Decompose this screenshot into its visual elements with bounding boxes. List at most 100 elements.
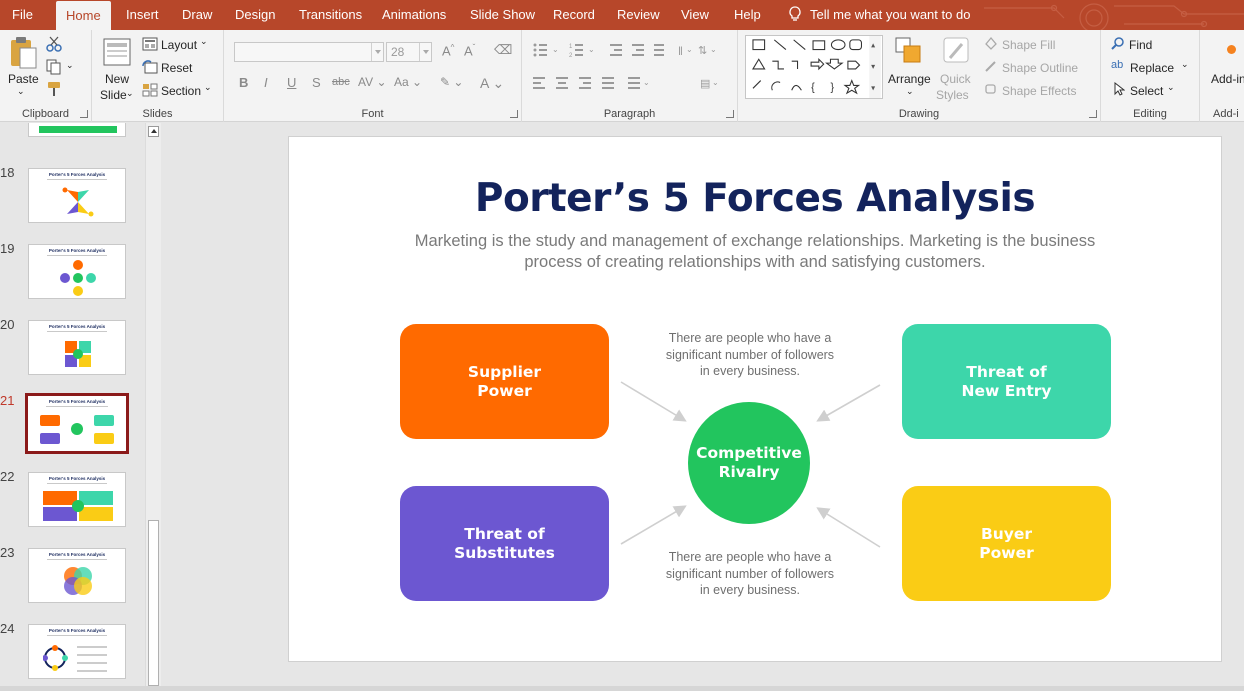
paragraph-row1-icons[interactable]: ⌄ 12 ⌄ ‖ ⌄ ⇅ ⌄ [532,42,722,58]
reset-icon[interactable] [142,60,158,74]
tab-transitions[interactable]: Transitions [289,0,372,30]
shape-outline-icon[interactable] [984,59,998,73]
slide-thumbnail-17-partial[interactable] [28,123,126,137]
shape-fill-button[interactable]: Shape Fill [1002,38,1055,52]
paragraph-row2-icons[interactable]: ⌄ ▤ ⌄ [532,75,722,91]
tab-record[interactable]: Record [543,0,605,30]
quick-styles-label-2[interactable]: Styles [936,88,969,102]
paste-button[interactable]: Paste [8,72,39,86]
increase-font-size-button[interactable]: A^ [442,43,454,58]
underline-button[interactable]: U [287,75,296,90]
shape-fill-icon[interactable] [984,36,998,50]
font-color-button[interactable]: A ⌄ [480,75,504,92]
strikethrough-button[interactable]: abc [332,76,350,88]
bold-button[interactable]: B [239,75,248,90]
section-icon[interactable] [142,83,158,97]
slide-thumbnail-22[interactable]: Porter's 5 Forces Analysis [28,472,126,527]
paste-dropdown-icon[interactable]: ⌄ [17,86,25,97]
replace-icon[interactable]: ab [1111,59,1123,71]
shape-effects-button[interactable]: Shape Effects [1002,84,1077,98]
addins-button[interactable]: Add-in [1211,72,1244,86]
layout-icon[interactable] [142,37,158,51]
quick-styles-label-1[interactable]: Quick [940,72,971,86]
font-name-combo[interactable] [234,42,384,62]
format-painter-icon[interactable] [46,81,62,97]
scrollbar-thumb[interactable] [148,520,159,686]
select-cursor-icon[interactable] [1113,82,1125,96]
substitutes-box[interactable]: Threat of Substitutes [400,486,609,601]
find-icon[interactable] [1111,37,1125,51]
shadow-button[interactable]: S [312,75,321,90]
tab-animations[interactable]: Animations [372,0,456,30]
tell-me-search[interactable]: Tell me what you want to do [788,0,970,30]
buyer-power-box[interactable]: Buyer Power [902,486,1111,601]
select-button[interactable]: Select [1130,84,1163,98]
slide-thumbnail-18[interactable]: Porter's 5 Forces Analysis [28,168,126,223]
cut-icon[interactable] [46,36,62,52]
slide-thumbnail-23[interactable]: Porter's 5 Forces Analysis [28,548,126,603]
layout-button[interactable]: Layout [161,38,197,52]
arrange-dropdown-icon[interactable]: ⌄ [906,86,914,97]
slide-thumbnail-20[interactable]: Porter's 5 Forces Analysis [28,320,126,375]
paste-icon[interactable] [8,36,38,70]
select-dropdown-icon[interactable]: ⌄ [1167,82,1175,93]
shape-effects-icon[interactable] [984,82,998,96]
font-size-combo[interactable]: 28 [386,42,432,62]
note-bottom[interactable]: There are people who have a significant … [647,549,853,599]
scroll-up-button[interactable] [148,126,159,137]
clipboard-dialog-launcher[interactable] [80,110,88,118]
tab-help[interactable]: Help [724,0,771,30]
section-dropdown-icon[interactable]: ⌄ [204,82,212,93]
character-spacing-button[interactable]: AV ⌄ [358,75,387,89]
thumb-title: Porter's 5 Forces Analysis [48,248,106,253]
competitive-rivalry-circle[interactable]: Competitive Rivalry [688,402,810,524]
quick-styles-icon[interactable] [942,36,972,66]
tab-home[interactable]: Home [56,1,111,30]
change-case-button[interactable]: Aa ⌄ [394,75,422,89]
thumbnail-scrollbar[interactable] [145,123,161,686]
new-slide-label-2[interactable]: Slide [100,88,127,102]
new-entry-box[interactable]: Threat of New Entry [902,324,1111,439]
slide-thumbnail-24[interactable]: Porter's 5 Forces Analysis [28,624,126,679]
tab-review[interactable]: Review [607,0,670,30]
addin-icon[interactable] [1227,45,1236,54]
highlight-color-button[interactable]: ✎ ⌄ [440,75,463,89]
arrange-button[interactable]: Arrange [888,72,931,86]
new-slide-dropdown-icon[interactable]: ⌄ [126,88,134,99]
shape-outline-button[interactable]: Shape Outline [1002,61,1078,75]
replace-button[interactable]: Replace [1130,61,1174,75]
copy-icon[interactable] [46,59,62,75]
copy-dropdown-icon[interactable]: ⌄ [66,60,74,71]
drawing-dialog-launcher[interactable] [1089,110,1097,118]
find-button[interactable]: Find [1129,38,1152,52]
new-slide-icon[interactable] [102,35,132,69]
svg-text:{: { [811,81,815,93]
tab-design[interactable]: Design [225,0,285,30]
italic-button[interactable]: I [264,75,268,90]
arrange-icon[interactable] [894,36,926,66]
slide-thumbnail-21-selected[interactable]: Porter's 5 Forces Analysis [25,393,129,454]
font-dialog-launcher[interactable] [510,110,518,118]
tab-file[interactable]: File [2,0,43,30]
new-slide-label-1[interactable]: New [105,72,129,86]
thumb-line [47,255,107,256]
clear-formatting-icon[interactable]: ⌫ [494,42,512,58]
slide-number: 18 [0,165,15,180]
svg-text:▾: ▾ [871,83,875,92]
layout-dropdown-icon[interactable]: ⌄ [200,36,208,47]
tab-insert[interactable]: Insert [116,0,169,30]
reset-button[interactable]: Reset [161,61,192,75]
tab-view[interactable]: View [671,0,719,30]
group-paragraph: ⌄ 12 ⌄ ‖ ⌄ ⇅ ⌄ ⌄ ▤ ⌄ Paragraph [522,30,738,122]
note-top[interactable]: There are people who have a significant … [647,330,853,380]
paragraph-dialog-launcher[interactable] [726,110,734,118]
supplier-power-box[interactable]: Supplier Power [400,324,609,439]
tab-slide-show[interactable]: Slide Show [460,0,545,30]
tab-draw[interactable]: Draw [172,0,222,30]
decrease-font-size-button[interactable]: Aˇ [464,43,475,58]
shapes-gallery[interactable]: {} ▴ ▾ ▾ [745,35,883,99]
slide-thumbnail-19[interactable]: Porter's 5 Forces Analysis [28,244,126,299]
replace-dropdown-icon[interactable]: ⌄ [1181,59,1189,70]
current-slide[interactable]: Porter’s 5 Forces Analysis Marketing is … [288,136,1222,662]
section-button[interactable]: Section [161,84,201,98]
